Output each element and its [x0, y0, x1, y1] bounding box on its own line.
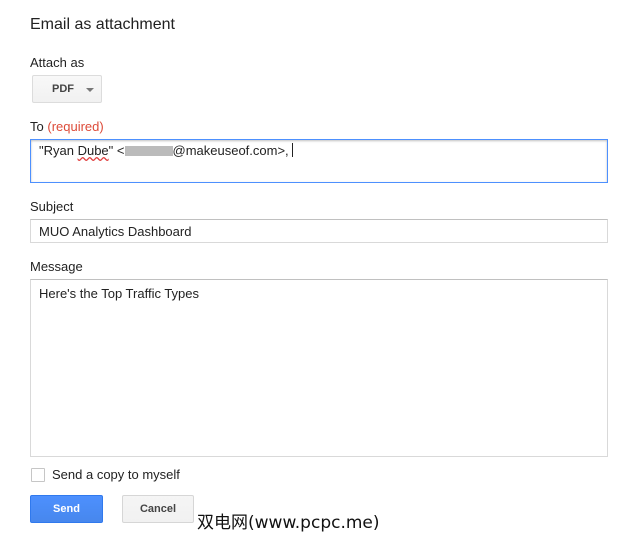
to-label: To (required): [30, 119, 104, 134]
subject-value: MUO Analytics Dashboard: [39, 224, 192, 239]
recipient-email-open: <: [116, 143, 125, 158]
to-field[interactable]: "Ryan Dube" < @makeuseof.com>,: [30, 139, 608, 183]
subject-field[interactable]: MUO Analytics Dashboard: [30, 219, 608, 243]
misspelled-word: Dube: [77, 143, 109, 158]
send-copy-label[interactable]: Send a copy to myself: [52, 467, 180, 482]
text-cursor: [291, 143, 293, 157]
recipient-email-domain: @makeuseof.com>,: [172, 143, 289, 158]
recipient-name: "Ryan Dube": [39, 143, 114, 158]
message-value: Here's the Top Traffic Types: [39, 286, 200, 301]
cancel-button[interactable]: Cancel: [122, 495, 194, 523]
send-copy-checkbox[interactable]: [31, 468, 45, 482]
attach-format-dropdown[interactable]: PDF: [32, 75, 102, 103]
message-field[interactable]: Here's the Top Traffic Types: [30, 279, 608, 457]
chevron-down-icon: [86, 88, 94, 92]
redacted-email-part: [124, 146, 173, 156]
attach-as-label: Attach as: [30, 55, 85, 70]
attach-format-value: PDF: [52, 83, 74, 95]
watermark: 双电网(www.pcpc.me): [197, 513, 380, 533]
send-button[interactable]: Send: [30, 495, 103, 523]
dialog-title: Email as attachment: [30, 16, 175, 33]
to-label-text: To: [30, 119, 44, 134]
required-indicator: (required): [47, 119, 104, 134]
subject-label: Subject: [30, 199, 74, 214]
message-label: Message: [30, 259, 83, 274]
